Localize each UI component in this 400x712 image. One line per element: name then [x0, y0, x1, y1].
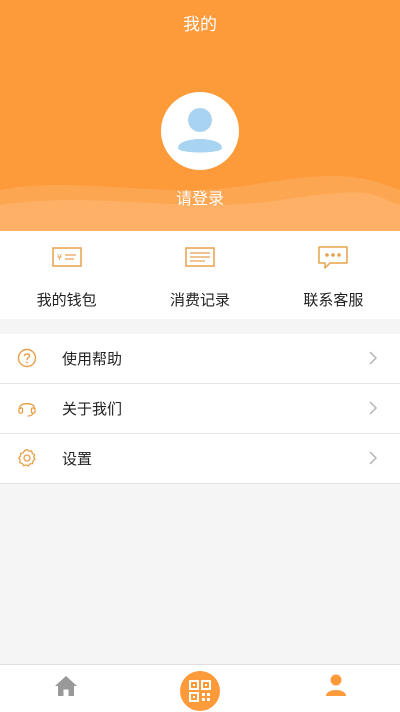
menu-item-about[interactable]: 关于我们 [0, 384, 400, 434]
default-avatar-icon [178, 108, 222, 153]
menu-item-settings[interactable]: 设置 [0, 434, 400, 484]
page-title: 我的 [183, 15, 217, 35]
home-icon [55, 676, 77, 696]
settings-menu: 使用帮助 关于我们 设置 [0, 334, 400, 484]
contact-service-button[interactable]: 联系客服 [267, 231, 400, 319]
quick-action-label: 我的钱包 [36, 291, 97, 309]
menu-item-label: 设置 [62, 450, 93, 468]
tab-profile[interactable] [324, 673, 348, 697]
chevron-right-icon [369, 451, 378, 465]
tab-home[interactable] [54, 675, 78, 697]
quick-action-label: 联系客服 [303, 291, 364, 309]
menu-item-label: 关于我们 [62, 400, 123, 418]
bottom-tab-bar [0, 664, 400, 712]
qr-scan-icon [189, 680, 211, 702]
svg-text:¥: ¥ [57, 253, 62, 262]
consumption-record-button[interactable]: 消费记录 [133, 231, 266, 319]
quick-actions-row: ¥ 我的钱包 消费记录 联系客服 [0, 231, 400, 319]
chevron-right-icon [369, 401, 378, 415]
tab-scan[interactable] [180, 671, 220, 711]
receipt-icon [185, 247, 215, 267]
menu-item-label: 使用帮助 [62, 350, 123, 368]
gear-icon [18, 448, 36, 467]
person-icon [326, 674, 346, 696]
profile-header: 我的 请登录 [0, 0, 400, 231]
wallet-icon: ¥ [51, 247, 82, 267]
login-link[interactable]: 请登录 [0, 185, 400, 209]
menu-item-help[interactable]: 使用帮助 [0, 334, 400, 384]
headset-icon [18, 402, 36, 417]
avatar[interactable] [161, 92, 239, 170]
question-circle-icon [17, 348, 37, 368]
quick-action-label: 消费记录 [169, 291, 230, 309]
wallet-button[interactable]: ¥ 我的钱包 [0, 231, 133, 319]
chat-bubble-icon [318, 246, 349, 269]
chevron-right-icon [369, 351, 378, 365]
